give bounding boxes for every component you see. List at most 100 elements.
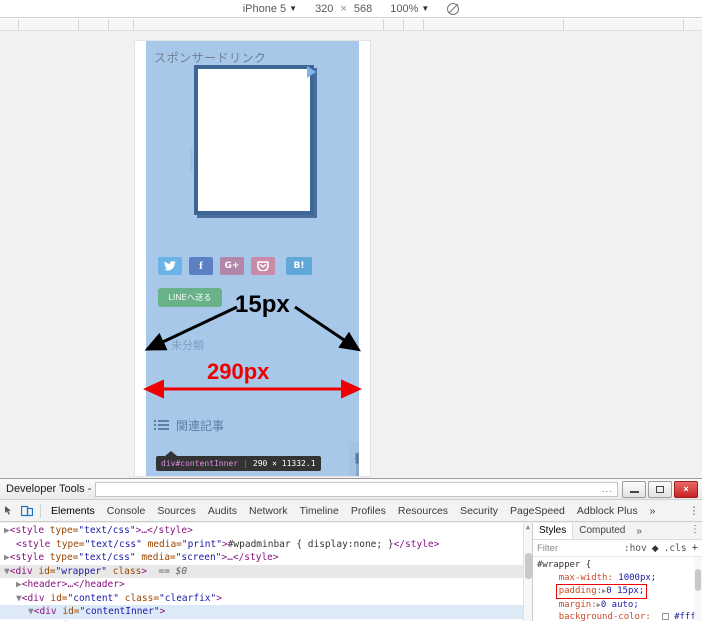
line-share-button[interactable]: LINEへ送る <box>158 288 222 307</box>
viewport-height-input[interactable]: 568 <box>354 3 372 15</box>
styles-filter-row: Filter :hov ◆ .cls + <box>533 540 702 557</box>
dom-token-tagc: >…</style> <box>136 525 193 536</box>
dom-token-tagc: <style <box>10 525 50 536</box>
share-button-hatena[interactable]: B! <box>286 257 312 275</box>
declaration-value[interactable]: 0 15px; <box>606 586 644 596</box>
devtools-more-menu-icon[interactable]: ⋮ <box>686 505 702 517</box>
device-preview-frame[interactable]: スポンサードリンク f G+ <box>135 41 370 476</box>
color-swatch[interactable] <box>662 613 669 620</box>
dom-tree-node[interactable]: ▶<style type="text/css">…</style> <box>0 524 532 538</box>
dom-token-tagc: >…</style> <box>221 552 278 563</box>
sponsored-link-label: スポンサードリンク <box>154 49 267 66</box>
device-toolbar-icon[interactable] <box>18 505 36 517</box>
dom-token-tagc: > <box>160 606 166 617</box>
tab-console[interactable]: Console <box>101 505 152 517</box>
devtools-titlebar[interactable]: Developer Tools - ... × <box>0 479 702 500</box>
tab-security[interactable]: Security <box>454 505 504 517</box>
scroll-up-arrow-icon[interactable]: ▲ <box>524 523 532 532</box>
viewport-width-input[interactable]: 320 <box>315 3 333 15</box>
related-articles-label: 関連記事 <box>176 417 224 434</box>
tab-audits[interactable]: Audits <box>202 505 243 517</box>
tab-computed[interactable]: Computed <box>573 523 631 539</box>
dom-token-tagc: <style <box>10 552 50 563</box>
style-declaration[interactable]: max-width: 1000px; <box>535 572 702 585</box>
tab-resources[interactable]: Resources <box>392 505 454 517</box>
highlighted-declaration: padding:▶0 15px; <box>556 584 648 599</box>
line-share-label: LINEへ送る <box>168 292 211 303</box>
dom-token-tagc: <div <box>34 606 63 617</box>
chevron-down-icon[interactable]: ▼ <box>289 5 297 13</box>
tabs-overflow-chevron[interactable]: » <box>644 505 662 517</box>
corner-overlay-widget[interactable]: ⛓ <box>349 442 359 476</box>
viewport-ruler <box>0 19 702 31</box>
styles-tabs-overflow-chevron[interactable]: » <box>631 526 647 537</box>
declaration-value[interactable]: 1000px; <box>618 573 656 583</box>
share-button-facebook[interactable]: f <box>189 257 213 275</box>
declaration-property: max-width: <box>559 573 613 583</box>
category-label: 未分類 <box>171 337 204 353</box>
tab-pagespeed[interactable]: PageSpeed <box>504 505 571 517</box>
styles-scrollbar[interactable] <box>694 557 702 621</box>
styles-more-menu-icon[interactable]: ⋮ <box>690 524 700 535</box>
tooltip-selector: div#contentInner <box>161 459 238 468</box>
dom-tree-node[interactable]: ▶<style type="text/css" media="screen">…… <box>0 551 532 565</box>
chevron-down-icon[interactable]: ▼ <box>421 5 429 13</box>
hov-toggle[interactable]: :hov <box>624 543 647 554</box>
no-throttling-icon[interactable] <box>447 3 459 15</box>
styles-filter-input[interactable]: Filter <box>537 543 619 554</box>
dom-tree-pane[interactable]: ▶<style type="text/css">…</style><style … <box>0 523 532 621</box>
dom-token-attrn: class <box>107 566 141 577</box>
tab-network[interactable]: Network <box>243 505 294 517</box>
facebook-f-icon: f <box>199 260 203 272</box>
category-row[interactable]: 🗀 未分類 <box>156 335 204 354</box>
scrollbar-thumb[interactable] <box>525 553 532 579</box>
share-button-twitter[interactable] <box>158 257 182 275</box>
viewport-size-fields[interactable]: 320 × 568 <box>306 3 381 15</box>
dom-tree-node[interactable]: ▼<div id="contentInner"> <box>0 605 532 619</box>
maximize-button[interactable] <box>648 481 672 498</box>
inspect-element-icon[interactable] <box>0 505 18 516</box>
dom-tree-scrollbar[interactable]: ▲ <box>523 523 532 621</box>
dom-token-attrn: media= <box>136 552 176 563</box>
dom-token-attrn: type= <box>56 539 85 550</box>
dom-tree-node[interactable]: ▼<div id="content" class="clearfix"> <box>0 592 532 606</box>
tab-timeline[interactable]: Timeline <box>294 505 345 517</box>
dom-tree-node[interactable]: ▶<header>…</header> <box>0 578 532 592</box>
share-button-googleplus[interactable]: G+ <box>220 257 244 275</box>
cls-toggle[interactable]: .cls <box>664 543 687 554</box>
scrollbar-thumb[interactable] <box>695 569 701 591</box>
content-inner-element[interactable]: スポンサードリンク f G+ <box>146 41 359 476</box>
minimize-button[interactable] <box>622 481 646 498</box>
dom-tree-node[interactable]: <style type="text/css" media="print">#wp… <box>0 538 532 552</box>
tab-sources[interactable]: Sources <box>151 505 202 517</box>
dom-token-attrv: "content" <box>68 593 119 604</box>
device-selector[interactable]: iPhone 5 ▼ <box>234 3 306 15</box>
dom-token-attrn: media= <box>142 539 182 550</box>
dom-tree-node[interactable]: ▼<div id="wrapper" class> == $0 <box>0 565 532 579</box>
declaration-property: padding: <box>559 586 602 596</box>
dom-token-attrn: id= <box>50 593 67 604</box>
tab-styles[interactable]: Styles <box>533 523 573 539</box>
style-declaration[interactable]: margin:▶0 auto; <box>535 599 702 612</box>
dom-token-attrv: "clearfix" <box>159 593 216 604</box>
new-style-rule-button[interactable]: + <box>692 542 698 554</box>
dom-token-tagc: <style <box>16 539 56 550</box>
zoom-selector[interactable]: 100% ▼ <box>381 3 438 15</box>
tab-adblock-plus[interactable]: Adblock Plus <box>571 505 644 517</box>
related-articles-heading: 関連記事 <box>158 417 224 434</box>
throttling-selector[interactable] <box>438 3 468 15</box>
declaration-text: margin:▶0 auto; <box>559 600 639 610</box>
style-declaration[interactable]: padding:▶0 15px; <box>535 584 702 599</box>
devtools-url-field[interactable]: ... <box>95 482 618 497</box>
declaration-list: max-width: 1000px; padding:▶0 15px; marg… <box>535 572 702 621</box>
share-button-pocket[interactable] <box>251 257 275 275</box>
close-button[interactable]: × <box>674 481 698 498</box>
tab-profiles[interactable]: Profiles <box>345 505 392 517</box>
ad-placeholder-box[interactable] <box>194 65 314 215</box>
declaration-value[interactable]: 0 auto; <box>601 600 639 610</box>
overflow-dots-icon: ... <box>602 484 613 495</box>
dom-token-tagc: <div <box>10 566 39 577</box>
tab-elements[interactable]: Elements <box>45 505 101 517</box>
rule-selector[interactable]: #wrapper { <box>535 559 702 572</box>
color-picker-icon[interactable]: ◆ <box>652 543 659 554</box>
